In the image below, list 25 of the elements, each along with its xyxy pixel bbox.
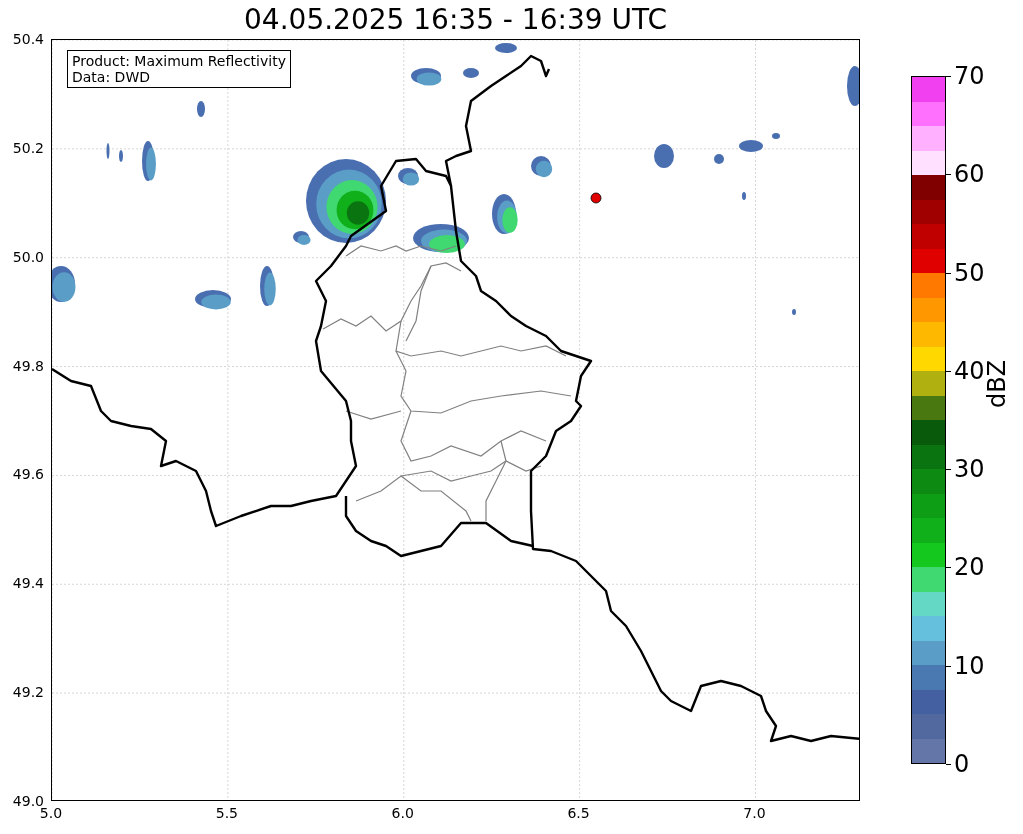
colorbar-tick-label: 40 <box>954 358 985 383</box>
chart-title: 04.05.2025 16:35 - 16:39 UTC <box>244 5 667 34</box>
axis-tick-label: 49.8 <box>11 358 44 373</box>
axis-tick-label: 49.6 <box>11 467 44 482</box>
axis-tick-label: 50.0 <box>11 249 44 264</box>
axis-tick-label: 49.0 <box>11 794 44 808</box>
colorbar-tick-label: 50 <box>954 260 985 285</box>
axis-tick-label: 5.0 <box>39 806 64 820</box>
colorbar-tick-label: 20 <box>954 555 985 580</box>
axis-tick-label: 49.4 <box>11 576 44 591</box>
axis-tick-label: 6.5 <box>566 806 591 820</box>
info-box: Product: Maximum Reflectivity Data: DWD <box>67 50 291 88</box>
colorbar-tick-label: 30 <box>954 457 985 482</box>
axis-tick-label: 7.0 <box>742 806 767 820</box>
axis-tick-label: 50.2 <box>11 140 44 155</box>
colorbar-tick-label: 70 <box>954 64 985 88</box>
colorbar-tick-label: 0 <box>954 752 970 776</box>
colorbar-tick-label: 60 <box>954 162 985 187</box>
axis-tick-label: 49.2 <box>11 685 44 700</box>
location-marker <box>590 192 602 204</box>
axis-tick-label: 6.0 <box>390 806 415 820</box>
colorbar-tick-label: 10 <box>954 653 985 678</box>
axis-tick-label: 5.5 <box>214 806 239 820</box>
colorbar-label: dBZ <box>985 359 1009 408</box>
axis-tick-label: 50.4 <box>11 32 44 46</box>
